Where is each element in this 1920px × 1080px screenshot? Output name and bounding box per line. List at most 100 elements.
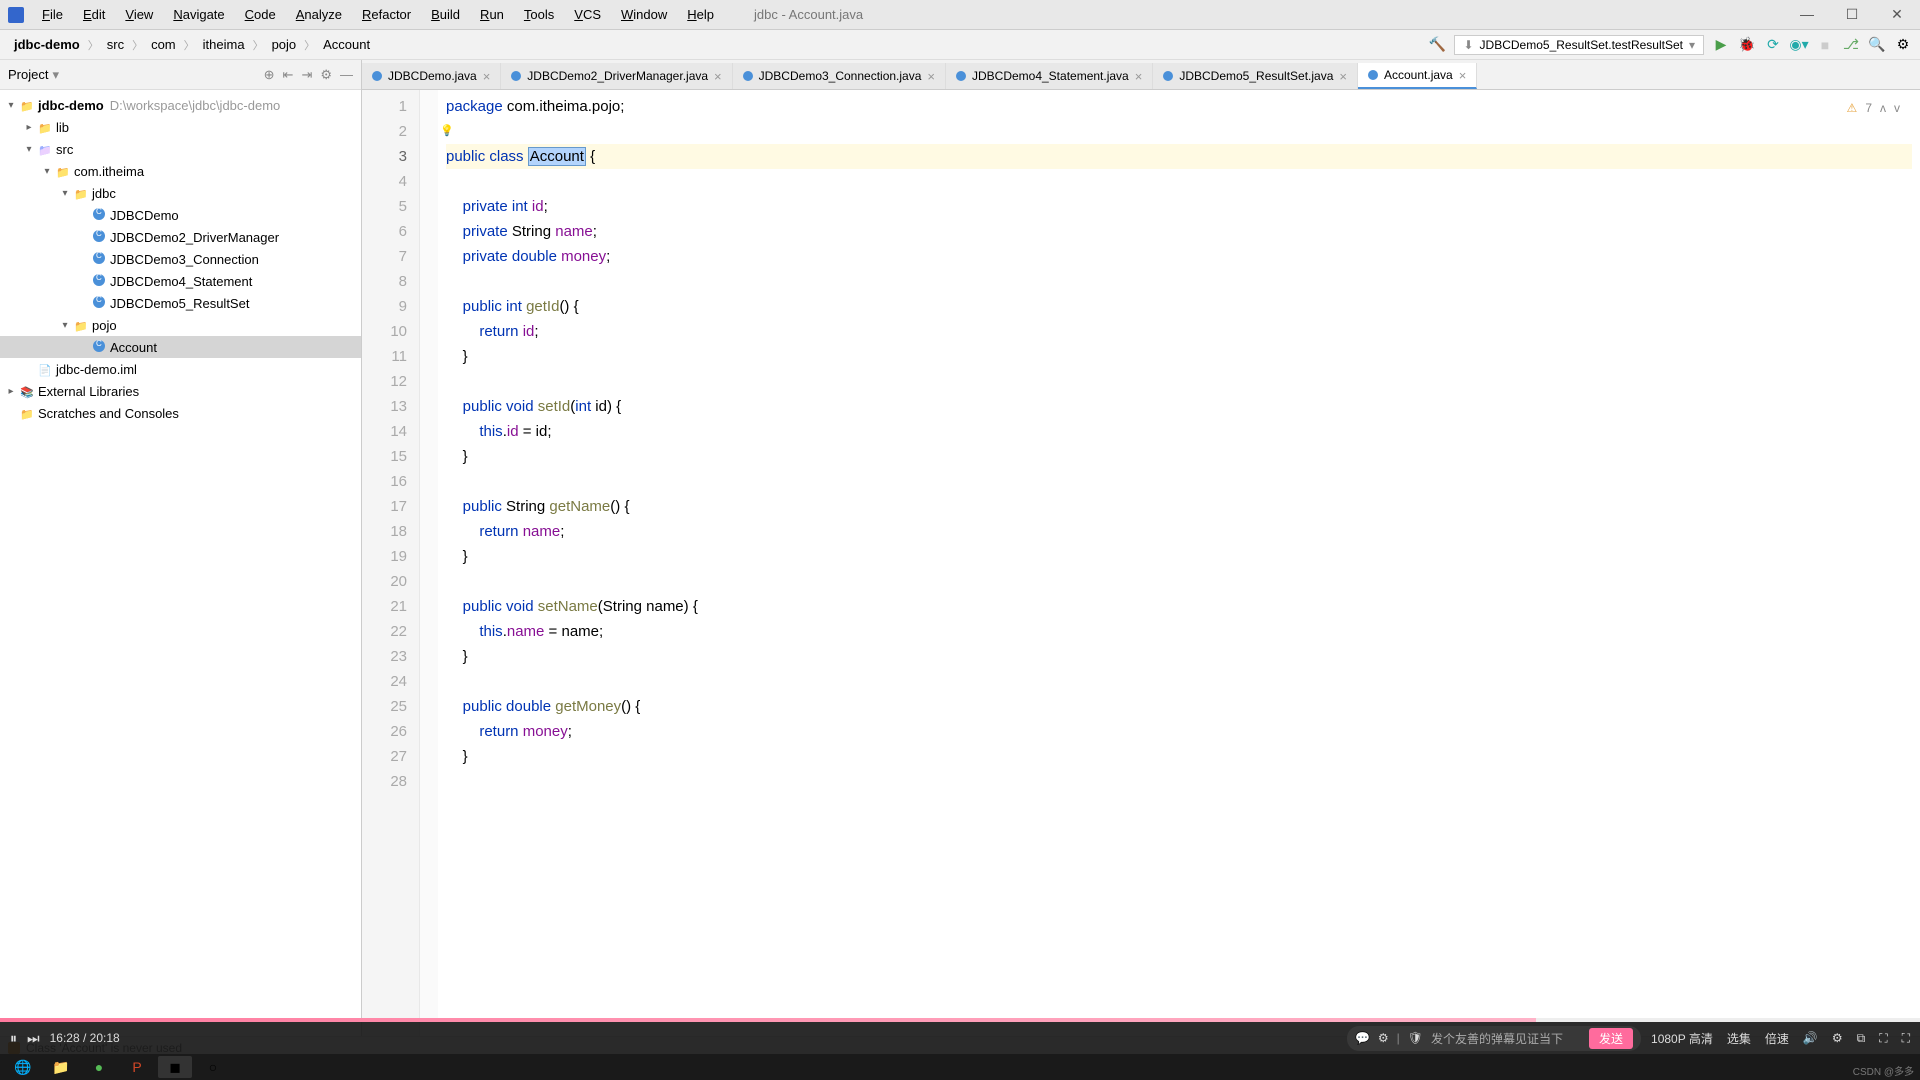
breadcrumb-item[interactable]: com xyxy=(145,35,182,54)
video-control-bar: ⏸ ⏭ 16:28 / 20:18 💬 ⚙ | 🛡 发个友善的弹幕见证当下 发送… xyxy=(0,1022,1920,1054)
editor-tab[interactable]: JDBCDemo4_Statement.java× xyxy=(946,63,1153,89)
project-tree[interactable]: ▾ jdbc-demo D:\workspace\jdbc\jdbc-demo … xyxy=(0,90,361,428)
episode-selector[interactable]: 选集 xyxy=(1727,1030,1751,1047)
tree-java-file[interactable]: JDBCDemo5_ResultSet xyxy=(0,292,361,314)
menu-view[interactable]: View xyxy=(115,4,163,25)
danmu-shield-icon[interactable]: 🛡 xyxy=(1408,1031,1423,1045)
tab-close-icon[interactable]: × xyxy=(1339,69,1347,84)
settings-gear-icon[interactable]: ⚙ xyxy=(320,67,332,83)
menu-run[interactable]: Run xyxy=(470,4,514,25)
tree-lib[interactable]: ▸ lib xyxy=(0,116,361,138)
danmu-toggle-icon[interactable]: 💬 xyxy=(1355,1031,1370,1045)
tab-close-icon[interactable]: × xyxy=(1459,68,1467,83)
editor-tab[interactable]: JDBCDemo5_ResultSet.java× xyxy=(1153,63,1358,89)
breadcrumb-item[interactable]: jdbc-demo xyxy=(8,35,86,54)
fold-column[interactable] xyxy=(420,90,438,1036)
profile-icon[interactable]: ◉▾ xyxy=(1790,36,1808,54)
next-highlight-icon[interactable]: v xyxy=(1894,96,1900,121)
tree-java-file[interactable]: JDBCDemo2_DriverManager xyxy=(0,226,361,248)
tree-src[interactable]: ▾ src xyxy=(0,138,361,160)
danmu-input[interactable]: 发个友善的弹幕见证当下 xyxy=(1431,1030,1581,1047)
warning-count: 7 xyxy=(1865,96,1872,121)
taskbar-other-icon[interactable]: ○ xyxy=(196,1056,230,1078)
volume-icon[interactable]: 🔊 xyxy=(1803,1031,1818,1045)
menu-window[interactable]: Window xyxy=(611,4,677,25)
tab-close-icon[interactable]: × xyxy=(714,69,722,84)
maximize-button[interactable]: ☐ xyxy=(1837,6,1867,23)
menu-bar: FileEditViewNavigateCodeAnalyzeRefactorB… xyxy=(32,4,724,25)
menu-navigate[interactable]: Navigate xyxy=(163,4,234,25)
next-button[interactable]: ⏭ xyxy=(27,1030,40,1047)
tree-external-libs[interactable]: ▸ External Libraries xyxy=(0,380,361,402)
editor-tab[interactable]: JDBCDemo3_Connection.java× xyxy=(733,63,946,89)
inspection-widget[interactable]: ⚠ 7 ʌ v xyxy=(1847,96,1900,121)
wide-icon[interactable]: ⛶ xyxy=(1879,1031,1887,1046)
tree-java-file[interactable]: JDBCDemo xyxy=(0,204,361,226)
run-icon[interactable]: ▶ xyxy=(1712,36,1730,54)
tree-jdbc-folder[interactable]: ▾ jdbc xyxy=(0,182,361,204)
collapse-icon[interactable]: ⇤ xyxy=(283,67,294,83)
editor-tab[interactable]: JDBCDemo2_DriverManager.java× xyxy=(501,63,732,89)
tree-iml-file[interactable]: jdbc-demo.iml xyxy=(0,358,361,380)
menu-edit[interactable]: Edit xyxy=(73,4,115,25)
breadcrumb-item[interactable]: Account xyxy=(317,35,376,54)
tree-java-file[interactable]: JDBCDemo4_Statement xyxy=(0,270,361,292)
settings-icon[interactable]: ⚙ xyxy=(1894,36,1912,54)
tree-pojo-folder[interactable]: ▾ pojo xyxy=(0,314,361,336)
search-everywhere-icon[interactable]: 🔍 xyxy=(1868,36,1886,54)
danmu-settings-icon[interactable]: ⚙ xyxy=(1378,1031,1389,1045)
menu-refactor[interactable]: Refactor xyxy=(352,4,421,25)
coverage-icon[interactable]: ⟳ xyxy=(1764,36,1782,54)
pip-icon[interactable]: ⧉ xyxy=(1857,1031,1866,1046)
tab-close-icon[interactable]: × xyxy=(483,69,491,84)
taskbar-wechat-icon[interactable]: ● xyxy=(82,1056,116,1078)
menu-code[interactable]: Code xyxy=(235,4,286,25)
taskbar-powerpoint-icon[interactable]: P xyxy=(120,1056,154,1078)
editor-tab[interactable]: JDBCDemo.java× xyxy=(362,63,501,89)
taskbar-chrome-icon[interactable]: 🌐 xyxy=(6,1056,40,1078)
breadcrumb-item[interactable]: src xyxy=(101,35,130,54)
menu-file[interactable]: File xyxy=(32,4,73,25)
tree-scratches[interactable]: Scratches and Consoles xyxy=(0,402,361,424)
window-title: jdbc - Account.java xyxy=(754,7,863,22)
taskbar-intellij-icon[interactable]: ◼ xyxy=(158,1056,192,1078)
tree-account-file[interactable]: Account xyxy=(0,336,361,358)
tab-close-icon[interactable]: × xyxy=(1135,69,1143,84)
prev-highlight-icon[interactable]: ʌ xyxy=(1880,96,1886,121)
locate-icon[interactable]: ⊕ xyxy=(264,67,275,83)
menu-help[interactable]: Help xyxy=(677,4,724,25)
editor-tabs: JDBCDemo.java×JDBCDemo2_DriverManager.ja… xyxy=(362,60,1920,90)
tree-package[interactable]: ▾ com.itheima xyxy=(0,160,361,182)
minimize-button[interactable]: — xyxy=(1792,6,1822,23)
tree-java-file[interactable]: JDBCDemo3_Connection xyxy=(0,248,361,270)
quality-selector[interactable]: 1080P 高清 xyxy=(1651,1030,1713,1047)
menu-build[interactable]: Build xyxy=(421,4,470,25)
settings-video-icon[interactable]: ⚙ xyxy=(1832,1031,1843,1045)
fullscreen-icon[interactable]: ⛶ xyxy=(1902,1031,1910,1046)
expand-icon[interactable]: ⇥ xyxy=(301,67,312,83)
build-icon[interactable]: 🔨 xyxy=(1428,36,1446,54)
taskbar-explorer-icon[interactable]: 📁 xyxy=(44,1056,78,1078)
tab-close-icon[interactable]: × xyxy=(927,69,935,84)
navigation-bar: jdbc-demo〉src〉com〉itheima〉pojo〉Account 🔨… xyxy=(0,30,1920,60)
project-panel: Project ▾ ⊕ ⇤ ⇥ ⚙ — ▾ jdbc-demo D:\works… xyxy=(0,60,362,1036)
menu-tools[interactable]: Tools xyxy=(514,4,564,25)
hide-panel-icon[interactable]: — xyxy=(340,67,353,83)
close-button[interactable]: ✕ xyxy=(1882,6,1912,23)
breadcrumb-item[interactable]: itheima xyxy=(197,35,251,54)
pause-button[interactable]: ⏸ xyxy=(10,1030,17,1047)
danmu-send-button[interactable]: 发送 xyxy=(1589,1028,1633,1049)
tree-root[interactable]: ▾ jdbc-demo D:\workspace\jdbc\jdbc-demo xyxy=(0,94,361,116)
menu-analyze[interactable]: Analyze xyxy=(286,4,352,25)
code-editor[interactable]: 1234567891011121314151617181920212223242… xyxy=(362,90,1920,1036)
app-icon xyxy=(8,7,24,23)
editor-tab[interactable]: Account.java× xyxy=(1358,63,1477,89)
breadcrumb-item[interactable]: pojo xyxy=(266,35,303,54)
git-icon[interactable]: ⎇ xyxy=(1842,36,1860,54)
stop-icon[interactable]: ■ xyxy=(1816,36,1834,54)
menu-vcs[interactable]: VCS xyxy=(564,4,611,25)
breadcrumb: jdbc-demo〉src〉com〉itheima〉pojo〉Account xyxy=(8,35,376,54)
speed-selector[interactable]: 倍速 xyxy=(1765,1030,1789,1047)
debug-icon[interactable]: 🐞 xyxy=(1738,36,1756,54)
run-config-selector[interactable]: ⬇ JDBCDemo5_ResultSet.testResultSet ▾ xyxy=(1454,35,1704,55)
